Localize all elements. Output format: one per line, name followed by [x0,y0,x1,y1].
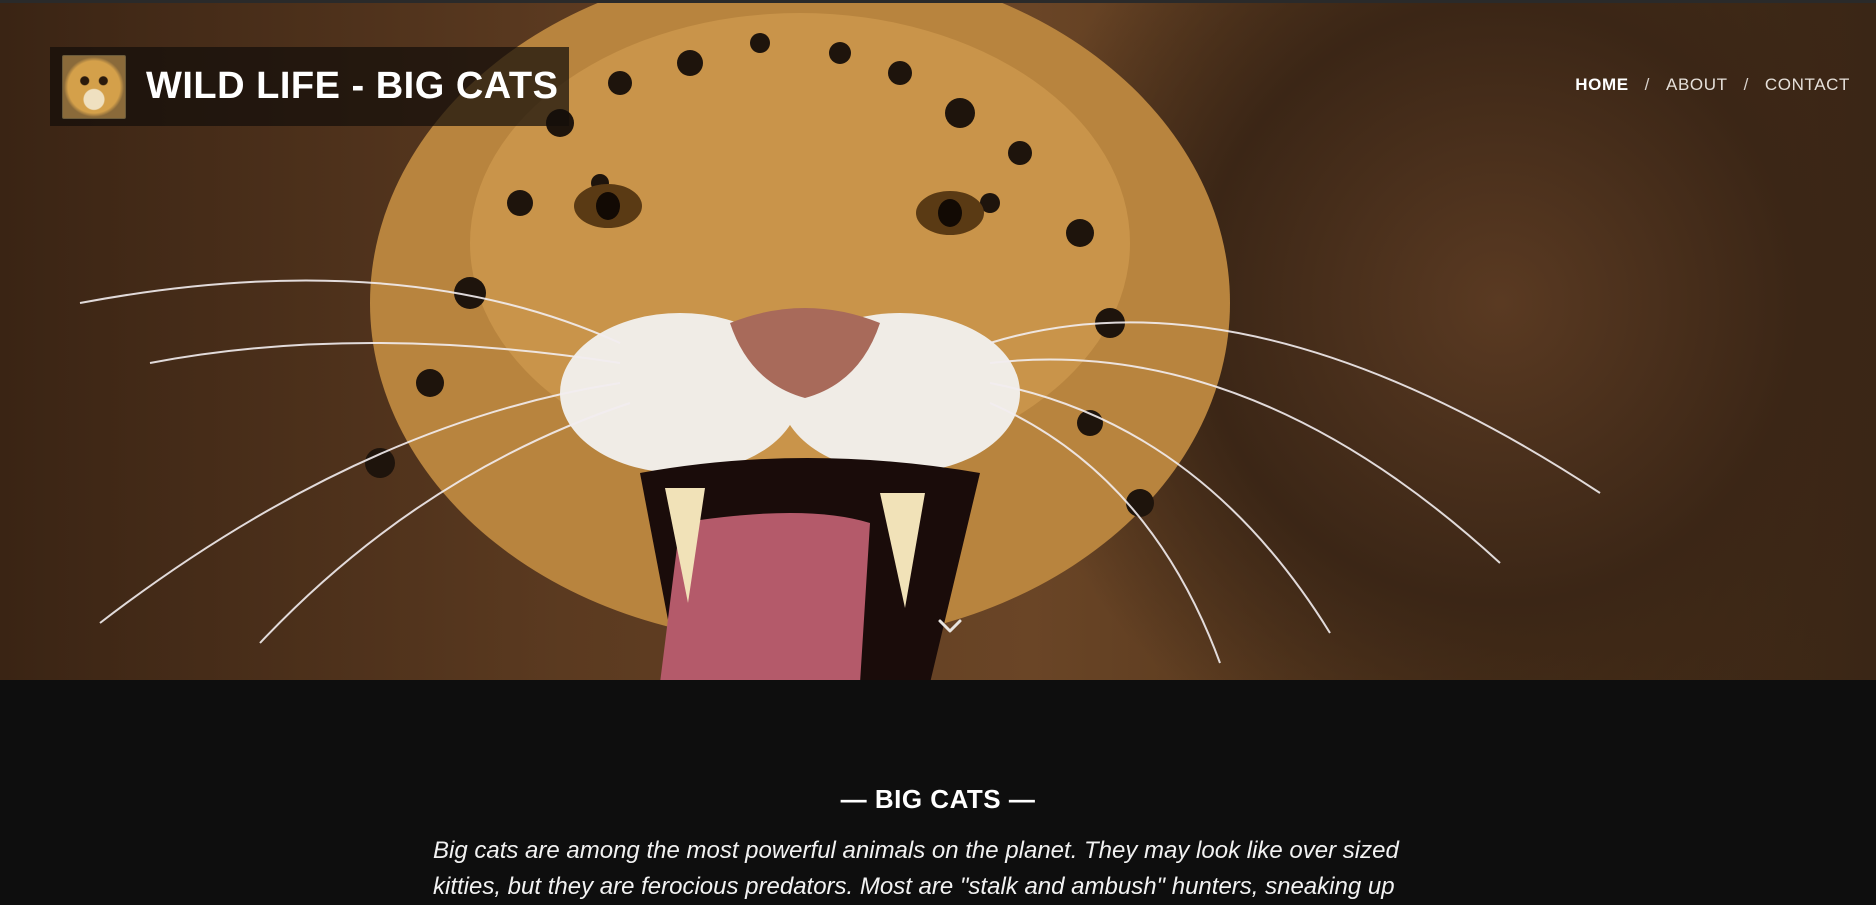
site-brand[interactable]: WILD LIFE - BIG CATS [50,47,569,126]
nav-home-link[interactable]: HOME [1575,75,1628,95]
section-heading: — BIG CATS — [840,784,1036,814]
section-intro-text: Big cats are among the most powerful ani… [433,837,1399,900]
jaguar-thumbnail-icon [62,54,126,119]
nav-separator: / [1644,75,1650,94]
chevron-down-icon[interactable] [937,617,963,635]
big-cats-section: — BIG CATS — Big cats are among the most… [0,680,1876,905]
nav-about-link[interactable]: ABOUT [1666,75,1728,95]
main-nav: HOME / ABOUT / CONTACT [1575,75,1850,95]
site-title: WILD LIFE - BIG CATS [146,65,559,107]
nav-contact-link[interactable]: CONTACT [1765,75,1850,95]
hero-banner: WILD LIFE - BIG CATS HOME / ABOUT / CONT… [0,0,1876,680]
nav-separator: / [1743,75,1749,94]
